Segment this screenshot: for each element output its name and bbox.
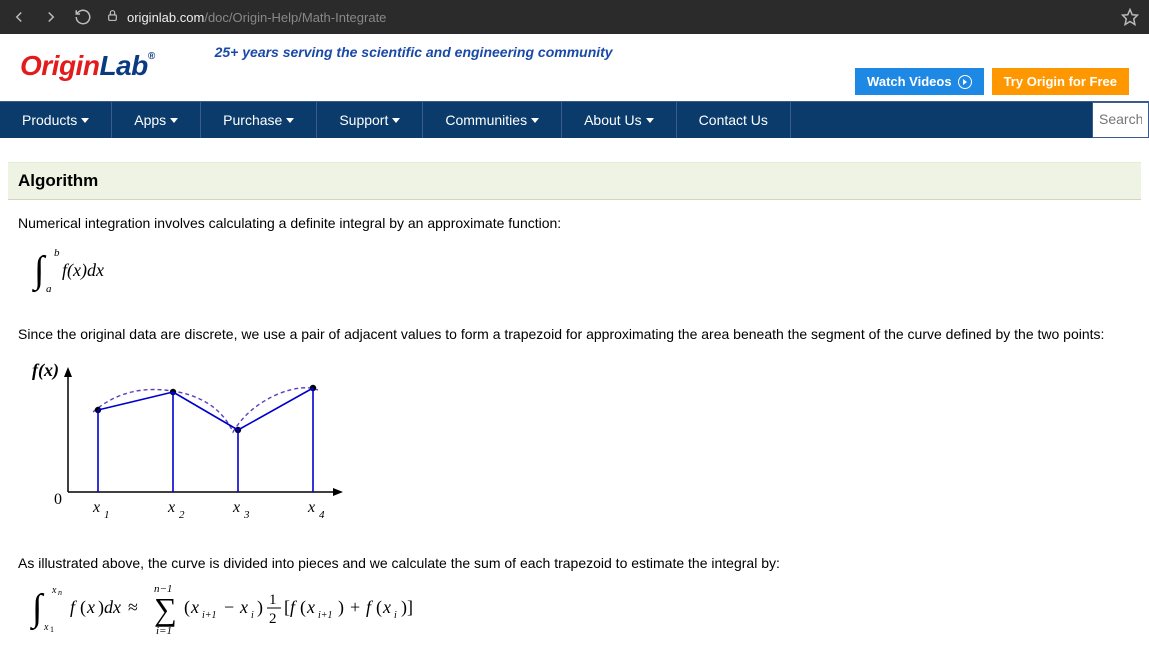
paragraph-sum: As illustrated above, the curve is divid…	[8, 540, 1141, 574]
trapezoid-figure: f(x) 0 x1 x2 x3 x4	[8, 344, 1141, 540]
integral-formula-2: ∫ xn x1 f ( x ) dx ≈ ∑ n−1 i=1 ( x i+1 −…	[8, 574, 1141, 647]
chevron-down-icon	[646, 118, 654, 123]
svg-text:x: x	[232, 499, 240, 516]
svg-text:∫: ∫	[30, 587, 45, 631]
page-content: Algorithm Numerical integration involves…	[0, 162, 1149, 647]
play-icon	[958, 75, 972, 89]
chevron-down-icon	[531, 118, 539, 123]
svg-text:(: (	[300, 597, 306, 618]
paragraph-trapezoid: Since the original data are discrete, we…	[8, 311, 1141, 345]
chevron-down-icon	[81, 118, 89, 123]
svg-text:∫: ∫	[32, 249, 47, 293]
svg-text:f: f	[290, 597, 298, 617]
svg-text:): )	[257, 597, 263, 618]
svg-text:i+1: i+1	[318, 610, 333, 621]
svg-text:(: (	[184, 597, 190, 618]
chevron-down-icon	[170, 118, 178, 123]
svg-text:x: x	[239, 597, 248, 617]
watch-videos-button[interactable]: Watch Videos	[855, 68, 984, 95]
svg-text:b: b	[54, 247, 60, 259]
svg-text:x: x	[190, 597, 199, 617]
svg-text:x: x	[92, 499, 100, 516]
url-text: originlab.com/doc/Origin-Help/Math-Integ…	[127, 10, 386, 25]
svg-text:+: +	[350, 597, 360, 617]
search-box[interactable]	[1092, 102, 1149, 138]
svg-text:f: f	[70, 597, 78, 617]
svg-text:3: 3	[243, 509, 250, 521]
chevron-down-icon	[286, 118, 294, 123]
section-heading: Algorithm	[8, 162, 1141, 200]
svg-text:f: f	[366, 597, 374, 617]
svg-text:x: x	[382, 597, 391, 617]
svg-text:2: 2	[179, 509, 185, 521]
svg-text:i=1: i=1	[156, 625, 172, 636]
svg-text:1: 1	[269, 592, 277, 608]
svg-text:a: a	[46, 283, 52, 295]
site-header: OriginLab® 25+ years serving the scienti…	[0, 34, 1149, 95]
svg-text:i: i	[394, 610, 397, 621]
nav-contact[interactable]: Contact Us	[677, 102, 791, 138]
nav-communities[interactable]: Communities	[423, 102, 562, 138]
address-bar[interactable]: originlab.com/doc/Origin-Help/Math-Integ…	[106, 9, 1107, 25]
svg-text:f(x)dx: f(x)dx	[62, 260, 104, 281]
svg-text:x: x	[86, 597, 95, 617]
svg-text:0: 0	[54, 491, 62, 508]
svg-text:≈: ≈	[128, 597, 138, 617]
back-button[interactable]	[10, 8, 28, 26]
main-nav: Products Apps Purchase Support Communiti…	[0, 101, 1149, 138]
svg-text:dx: dx	[104, 597, 121, 617]
svg-text:)]: )]	[401, 597, 413, 618]
svg-text:x: x	[167, 499, 175, 516]
nav-support[interactable]: Support	[317, 102, 423, 138]
svg-text:n: n	[58, 588, 62, 597]
nav-about[interactable]: About Us	[562, 102, 677, 138]
svg-text:(: (	[376, 597, 382, 618]
svg-text:i+1: i+1	[202, 610, 217, 621]
svg-text:x: x	[51, 585, 57, 596]
nav-purchase[interactable]: Purchase	[201, 102, 317, 138]
paragraph-intro: Numerical integration involves calculati…	[8, 200, 1141, 234]
svg-text:∑: ∑	[154, 591, 177, 627]
nav-apps[interactable]: Apps	[112, 102, 201, 138]
search-input[interactable]	[1093, 103, 1148, 135]
svg-text:1: 1	[50, 625, 54, 634]
svg-text:x: x	[307, 499, 315, 516]
svg-text:): )	[338, 597, 344, 618]
forward-button[interactable]	[42, 8, 60, 26]
svg-text:(: (	[80, 597, 86, 618]
reload-button[interactable]	[74, 8, 92, 26]
svg-text:1: 1	[104, 509, 110, 521]
integral-formula-1: ∫ b a f(x)dx	[8, 234, 1141, 311]
browser-toolbar: originlab.com/doc/Origin-Help/Math-Integ…	[0, 0, 1149, 34]
svg-text:−: −	[224, 597, 234, 617]
nav-products[interactable]: Products	[0, 102, 112, 138]
svg-text:4: 4	[319, 509, 325, 521]
svg-text:x: x	[306, 597, 315, 617]
chevron-down-icon	[392, 118, 400, 123]
svg-text:x: x	[43, 622, 49, 633]
try-origin-button[interactable]: Try Origin for Free	[992, 68, 1129, 95]
lock-icon	[106, 9, 119, 25]
svg-text:n−1: n−1	[154, 583, 172, 595]
tagline: 25+ years serving the scientific and eng…	[155, 40, 855, 60]
bookmark-star-icon[interactable]	[1121, 8, 1139, 26]
svg-text:f(x): f(x)	[32, 360, 59, 381]
site-logo[interactable]: OriginLab®	[20, 40, 155, 80]
svg-text:2: 2	[269, 611, 277, 627]
svg-text:i: i	[251, 610, 254, 621]
